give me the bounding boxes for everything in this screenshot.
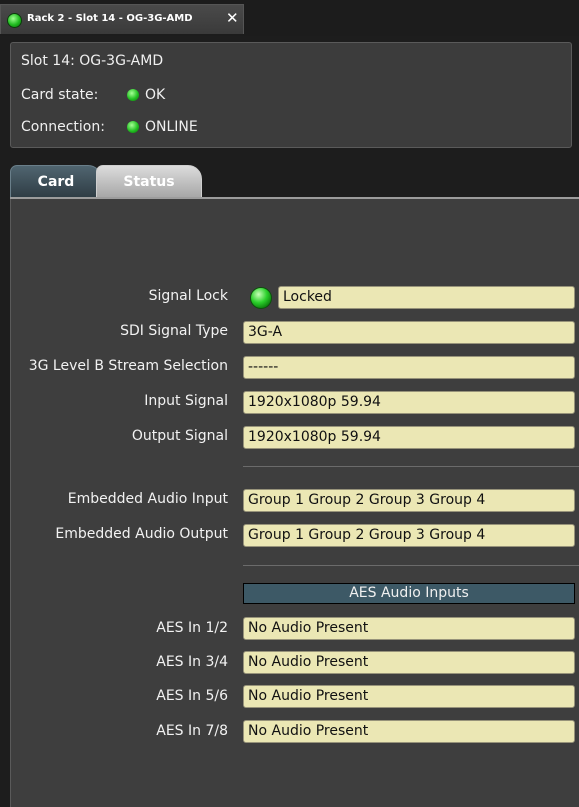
aes-in-7-8-label: AES In 7/8: [156, 723, 228, 739]
signal-lock-field: Locked: [278, 286, 575, 309]
window-tab-title: Rack 2 - Slot 14 - OG-3G-AMD: [27, 13, 193, 24]
connection-led-icon: [127, 121, 139, 133]
slot-line: Slot 14: OG-3G-AMD: [21, 53, 164, 69]
input-signal-field: 1920x1080p 59.94: [243, 391, 575, 414]
sdi-signal-type-label: SDI Signal Type: [120, 323, 228, 339]
aes-inputs-header: AES Audio Inputs: [243, 583, 575, 604]
embedded-audio-input-field: Group 1 Group 2 Group 3 Group 4: [243, 489, 575, 512]
signal-lock-label: Signal Lock: [148, 288, 228, 304]
embedded-audio-output-label: Embedded Audio Output: [55, 526, 228, 542]
output-signal-field: 1920x1080p 59.94: [243, 426, 575, 449]
level-b-stream-field: ------: [243, 356, 575, 379]
embedded-audio-output-field: Group 1 Group 2 Group 3 Group 4: [243, 524, 575, 547]
connection-label: Connection:: [21, 119, 105, 135]
aes-in-7-8-field: No Audio Present: [243, 720, 575, 743]
section-separator: [243, 565, 579, 566]
status-led-icon: [7, 13, 22, 28]
aes-in-1-2-field: No Audio Present: [243, 617, 575, 640]
tab-card[interactable]: Card: [10, 165, 102, 198]
window-tab-bar: Rack 2 - Slot 14 - OG-3G-AMD ✕: [0, 0, 579, 36]
level-b-stream-label: 3G Level B Stream Selection: [28, 358, 228, 374]
close-icon[interactable]: ✕: [226, 10, 239, 26]
tab-status[interactable]: Status: [96, 165, 202, 198]
aes-in-3-4-label: AES In 3/4: [156, 654, 228, 670]
aes-in-1-2-label: AES In 1/2: [156, 620, 228, 636]
window-tab[interactable]: Rack 2 - Slot 14 - OG-3G-AMD ✕: [0, 4, 244, 34]
card-state-label: Card state:: [21, 87, 99, 103]
sdi-signal-type-field: 3G-A: [243, 321, 575, 344]
aes-in-5-6-field: No Audio Present: [243, 685, 575, 708]
aes-in-3-4-field: No Audio Present: [243, 651, 575, 674]
output-signal-label: Output Signal: [131, 428, 228, 444]
input-signal-label: Input Signal: [144, 393, 228, 409]
section-separator: [243, 466, 579, 467]
connection-value: ONLINE: [145, 119, 198, 135]
signal-lock-led-icon: [250, 287, 272, 309]
card-state-led-icon: [127, 89, 139, 101]
aes-in-5-6-label: AES In 5/6: [156, 688, 228, 704]
card-state-value: OK: [145, 87, 166, 103]
card-info-header: Slot 14: OG-3G-AMD Card state: OK Connec…: [10, 42, 572, 148]
embedded-audio-input-label: Embedded Audio Input: [67, 491, 228, 507]
